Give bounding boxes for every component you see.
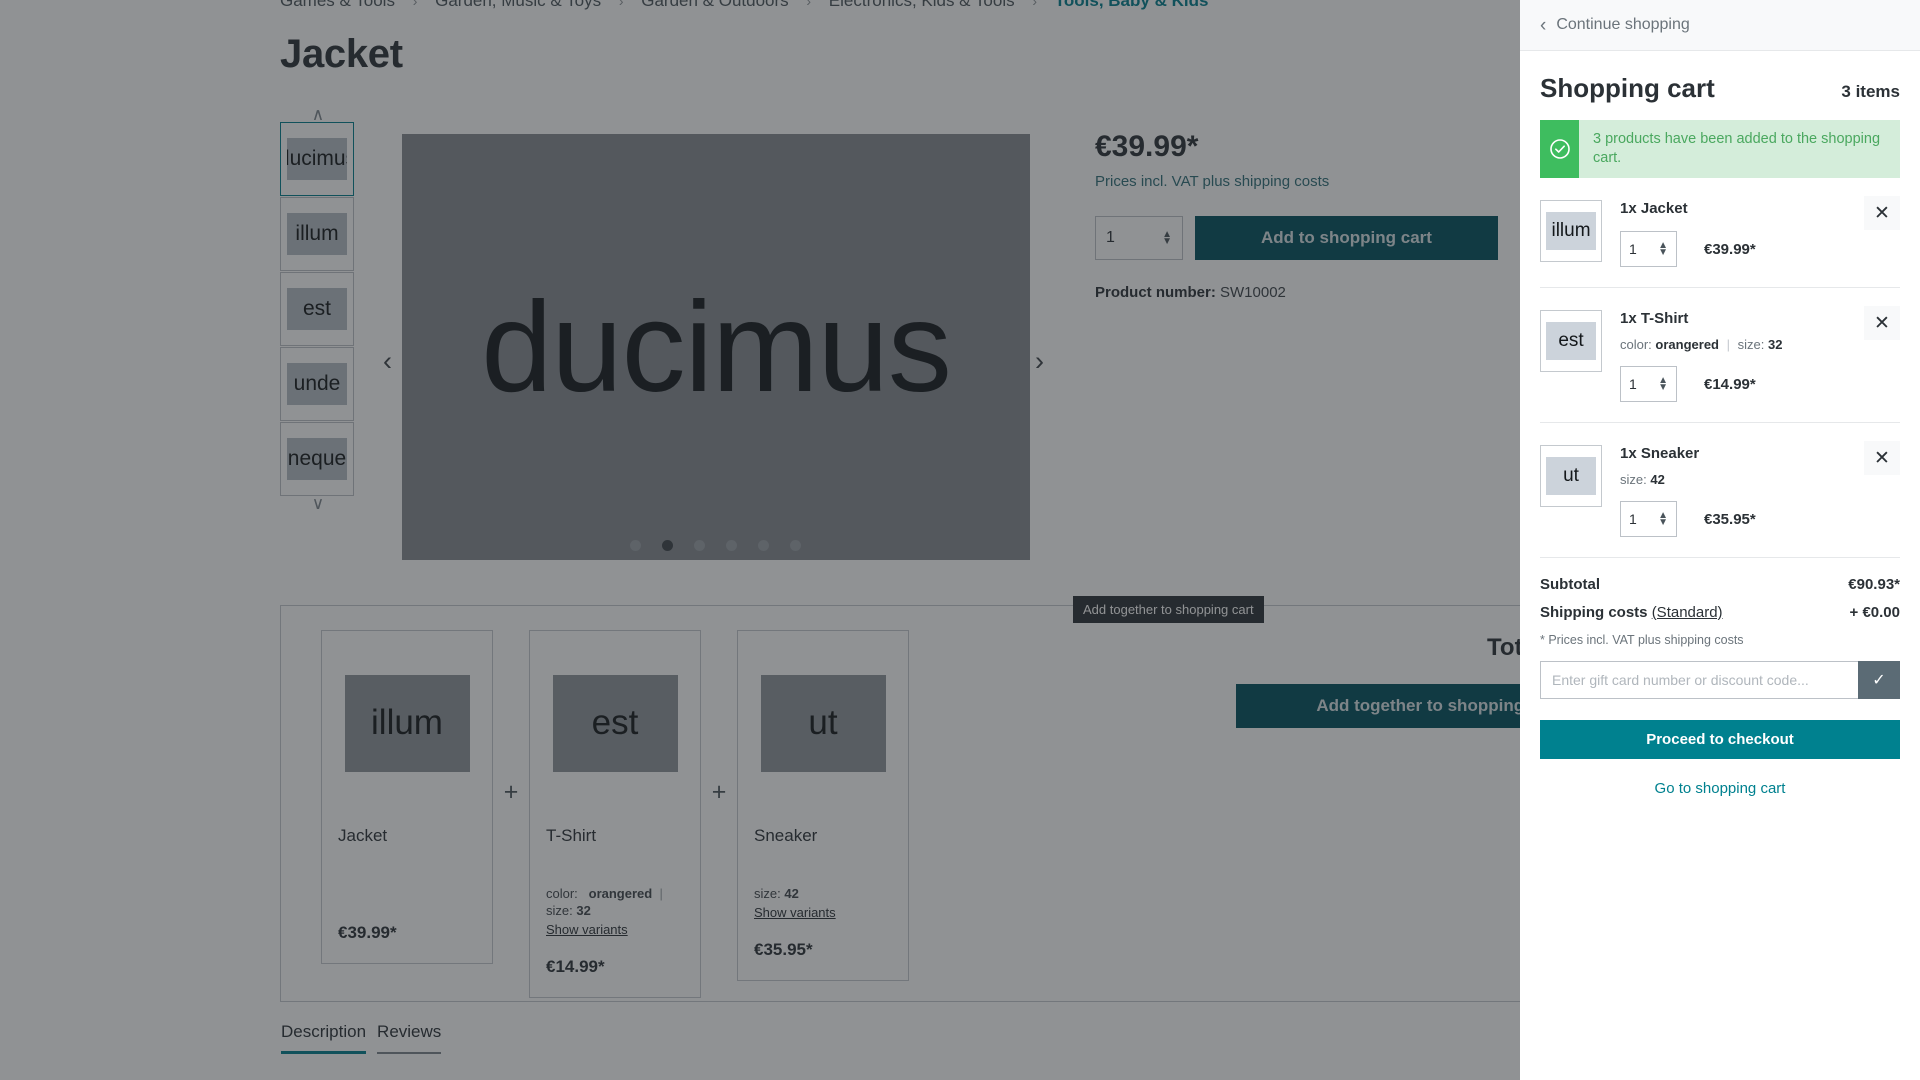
cart-item-controls: 1 ▲ ▼ €39.99*	[1620, 231, 1900, 267]
shopping-cart-offcanvas: ‹ Continue shopping Shopping cart 3 item…	[1520, 0, 1920, 1080]
discount-code-form: ✓	[1540, 661, 1900, 699]
cart-item-image[interactable]: ut	[1540, 445, 1602, 507]
option-value: orangered	[1655, 337, 1719, 352]
cart-item-info: 1x Jacket 1 ▲ ▼ €39.99*	[1602, 200, 1900, 267]
cart-item-quantity-select[interactable]: 1 ▲ ▼	[1620, 366, 1677, 402]
remove-item-button[interactable]: ✕	[1864, 306, 1900, 340]
cart-item-quantity-select[interactable]: 1 ▲ ▼	[1620, 501, 1677, 537]
cart-item-info: 1x Sneaker size: 42 1 ▲ ▼ €35.95*	[1602, 445, 1900, 537]
cart-item-image[interactable]: illum	[1540, 200, 1602, 262]
shipping-row: Shipping costs (Standard) + €0.00	[1540, 604, 1900, 621]
cart-item-name[interactable]: 1x Sneaker	[1620, 445, 1900, 462]
cart-header[interactable]: ‹ Continue shopping	[1520, 0, 1920, 51]
cart-title: Shopping cart	[1540, 73, 1715, 103]
cart-item-price: €35.95*	[1704, 510, 1756, 528]
cart-item-count: 3 items	[1841, 82, 1900, 101]
cart-success-alert: 3 products have been added to the shoppi…	[1540, 120, 1900, 178]
apply-discount-button[interactable]: ✓	[1858, 661, 1900, 699]
cart-item-options: size: 42	[1620, 472, 1900, 487]
cart-line-item: est 1x T-Shirt color: orangered | size: …	[1540, 287, 1900, 422]
cart-item-price: €39.99*	[1704, 240, 1756, 258]
option-label: size:	[1737, 337, 1765, 352]
shipping-label: Shipping costs (Standard)	[1540, 604, 1723, 621]
cart-line-item: ut 1x Sneaker size: 42 1 ▲ ▼ €35.95* ✕	[1540, 422, 1900, 557]
check-circle-icon	[1540, 120, 1579, 178]
discount-code-input[interactable]	[1540, 661, 1858, 699]
cart-item-info: 1x T-Shirt color: orangered | size: 32 1…	[1602, 310, 1900, 402]
cart-item-quantity-select[interactable]: 1 ▲ ▼	[1620, 231, 1677, 267]
cart-image-placeholder-text: illum	[1546, 212, 1596, 250]
option-label: size:	[1620, 472, 1647, 487]
cart-item-name[interactable]: 1x T-Shirt	[1620, 310, 1900, 327]
cart-item-controls: 1 ▲ ▼ €35.95*	[1620, 501, 1900, 537]
page-root: Games & Tools › Garden, Music & Toys › G…	[0, 0, 1920, 1080]
cart-item-quantity-value: 1	[1629, 241, 1637, 257]
chevron-updown-icon: ▲▼	[1658, 240, 1668, 258]
cart-line-item: illum 1x Jacket 1 ▲ ▼ €39.99* ✕	[1540, 178, 1900, 287]
remove-item-button[interactable]: ✕	[1864, 196, 1900, 230]
proceed-to-checkout-button[interactable]: Proceed to checkout	[1540, 720, 1900, 759]
chevron-left-icon: ‹	[1540, 14, 1547, 36]
offcanvas-backdrop[interactable]	[0, 0, 1520, 1080]
option-value: 42	[1650, 472, 1665, 487]
continue-shopping-link[interactable]: Continue shopping	[1556, 16, 1689, 34]
cart-item-price: €14.99*	[1704, 375, 1756, 393]
chevron-updown-icon: ▲▼	[1658, 375, 1668, 393]
cart-item-name[interactable]: 1x Jacket	[1620, 200, 1900, 217]
vat-note: * Prices incl. VAT plus shipping costs	[1540, 633, 1744, 647]
cart-item-controls: 1 ▲ ▼ €14.99*	[1620, 366, 1900, 402]
shipping-label-text: Shipping costs	[1540, 604, 1648, 621]
subtotal-label: Subtotal	[1540, 576, 1600, 593]
shipping-value: + €0.00	[1849, 604, 1900, 621]
cart-item-image[interactable]: est	[1540, 310, 1602, 372]
shipping-method-link[interactable]: (Standard)	[1652, 604, 1723, 621]
cart-summary: Subtotal €90.93* Shipping costs (Standar…	[1540, 557, 1900, 797]
subtotal-value: €90.93*	[1848, 576, 1900, 593]
cart-title-row: Shopping cart 3 items	[1540, 73, 1900, 104]
option-label: color:	[1620, 337, 1652, 352]
remove-item-button[interactable]: ✕	[1864, 441, 1900, 475]
option-value: 32	[1768, 337, 1783, 352]
subtotal-row: Subtotal €90.93*	[1540, 576, 1900, 593]
cart-image-placeholder-text: est	[1546, 322, 1596, 360]
cart-item-options: color: orangered | size: 32	[1620, 337, 1900, 352]
check-circle-svg	[1549, 139, 1570, 159]
cart-alert-message: 3 products have been added to the shoppi…	[1593, 131, 1881, 166]
go-to-shopping-cart-link[interactable]: Go to shopping cart	[1540, 780, 1900, 797]
cart-item-quantity-value: 1	[1629, 511, 1637, 527]
cart-item-quantity-value: 1	[1629, 376, 1637, 392]
option-divider-icon: |	[1726, 337, 1731, 352]
cart-body: Shopping cart 3 items 3 products have be…	[1520, 51, 1920, 1080]
chevron-updown-icon: ▲▼	[1658, 510, 1668, 528]
cart-image-placeholder-text: ut	[1546, 457, 1596, 495]
